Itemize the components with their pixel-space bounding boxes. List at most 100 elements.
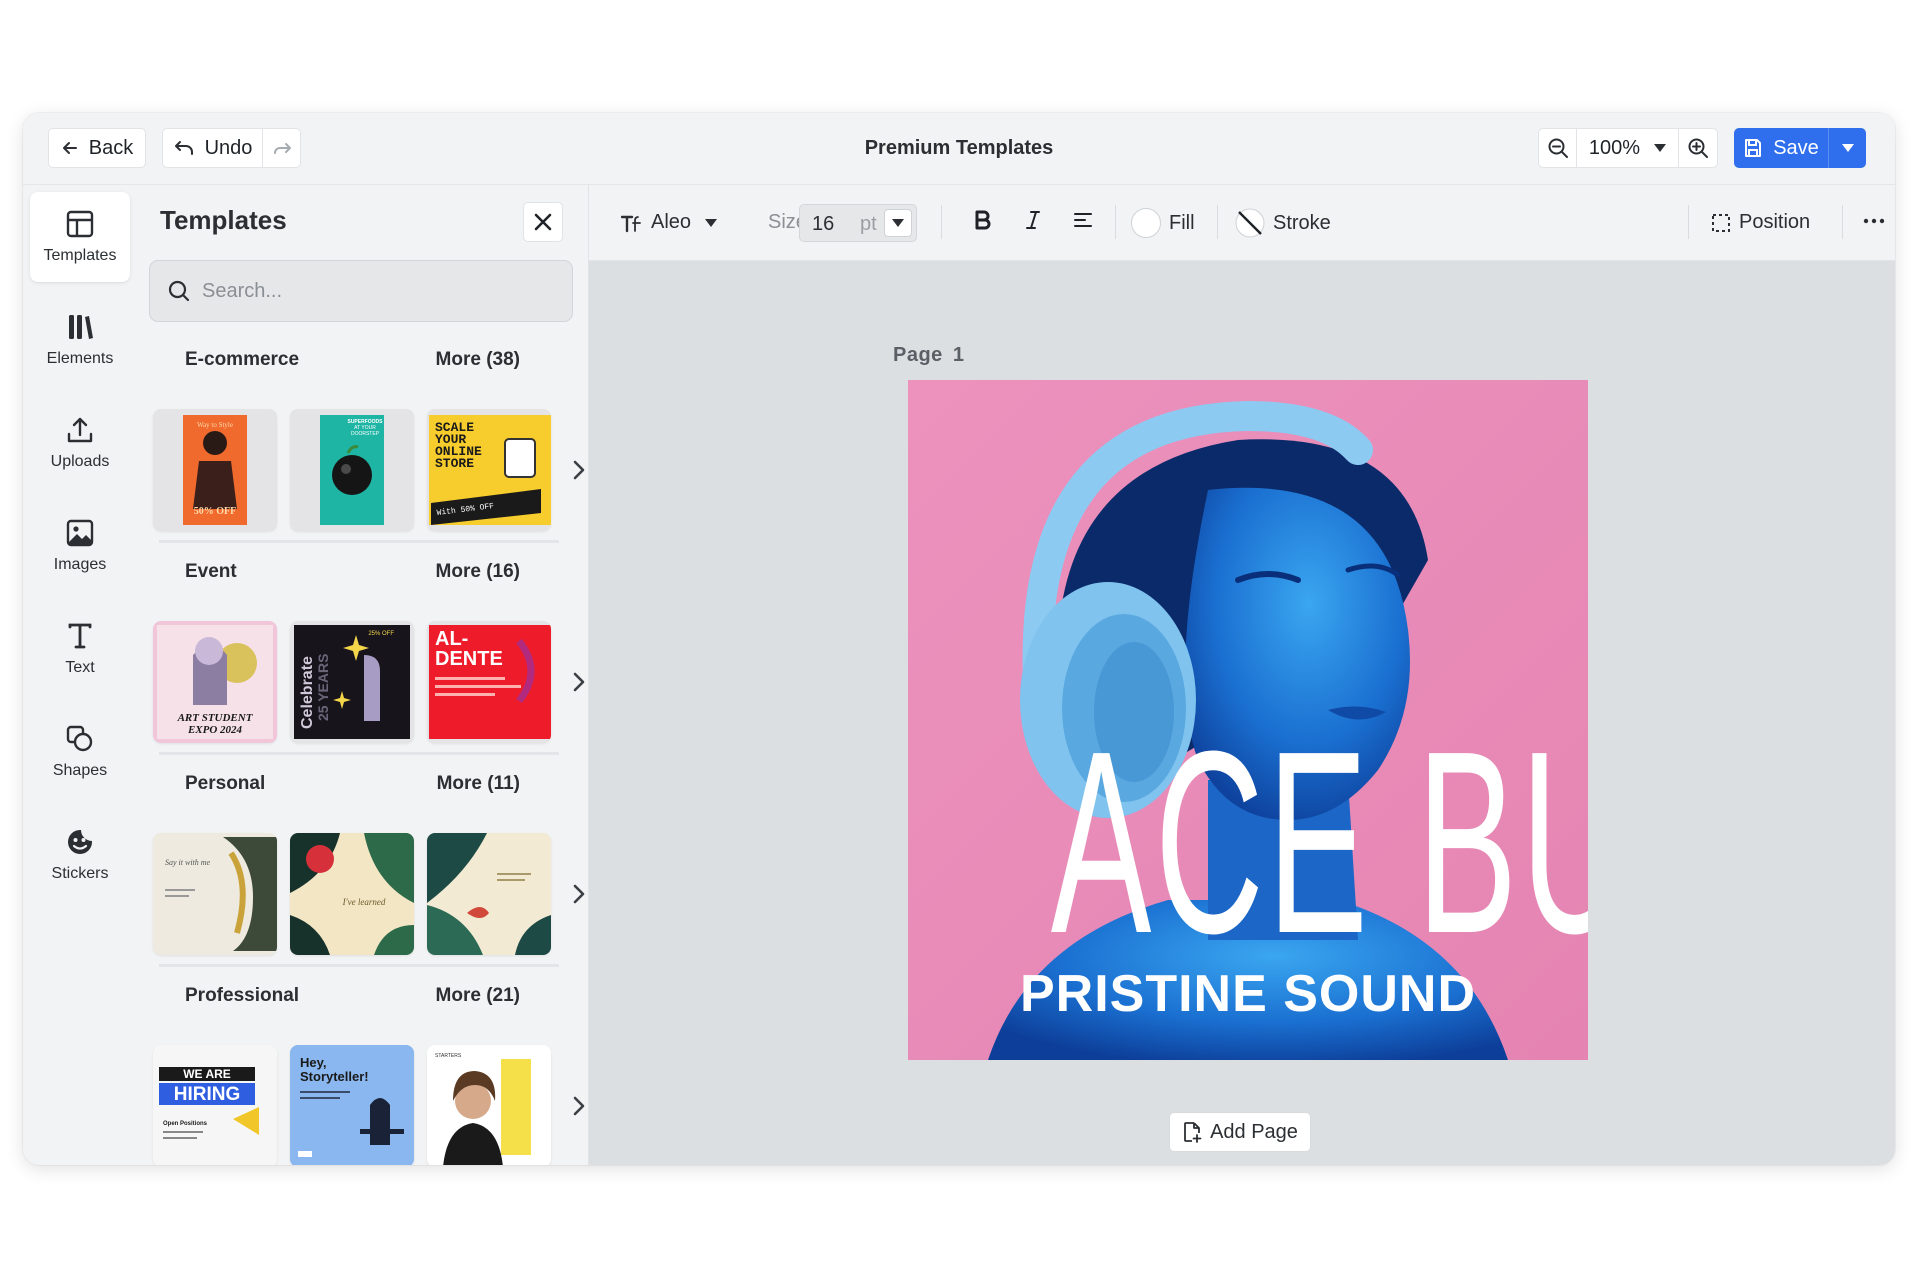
nav-uploads[interactable]: Uploads [30, 398, 130, 488]
thumb-text: EXPO 2024 [187, 724, 243, 736]
save-button[interactable]: Save [1734, 128, 1828, 168]
row-next-button[interactable] [569, 1091, 589, 1121]
zoom-out-button[interactable] [1539, 129, 1577, 167]
chevron-right-icon [573, 884, 585, 904]
image-icon [66, 519, 94, 547]
thumb-text: Hey, [300, 1055, 327, 1070]
template-thumb[interactable]: Way to Style 50% OFF [153, 409, 277, 531]
design-page[interactable]: ACE BUDS PRISTINE SOUND [908, 380, 1588, 1060]
fill-label: Fill [1169, 211, 1195, 234]
thumb-text: STORE [435, 456, 474, 471]
thumb-text: Celebrate [299, 656, 316, 729]
font-select[interactable]: Aleo [621, 211, 718, 234]
bold-button[interactable] [975, 210, 991, 230]
undo-button[interactable]: Undo [162, 128, 263, 168]
save-options-button[interactable] [1828, 128, 1866, 168]
nav-label: Uploads [50, 453, 110, 470]
add-page-button[interactable]: Add Page [1169, 1112, 1311, 1152]
category-divider [159, 964, 559, 967]
chevron-right-icon [573, 1096, 585, 1116]
layout-icon [66, 210, 94, 238]
more-link[interactable]: More (11) [437, 773, 520, 795]
template-thumb[interactable]: AL- DENTE [427, 621, 551, 743]
more-link[interactable]: More (16) [436, 561, 520, 583]
thumb-text: 50% OFF [194, 506, 237, 517]
stroke-button[interactable]: Stroke [1235, 208, 1331, 238]
row-next-button[interactable] [569, 455, 589, 485]
redo-button[interactable] [262, 128, 301, 168]
page-number: 1 [952, 344, 965, 366]
thumb-text: AL- [435, 628, 468, 650]
more-options-button[interactable] [1862, 209, 1886, 233]
back-button[interactable]: Back [48, 128, 146, 168]
template-thumb[interactable]: Celebrate 25 YEARS 25% OFF [290, 621, 414, 743]
font-size-unit: pt [860, 213, 877, 235]
category-header-ecommerce: E-commerce More (38) [185, 349, 520, 371]
font-size-dropdown[interactable] [884, 209, 912, 237]
zoom-select[interactable]: 100% [1577, 129, 1679, 167]
thumb-text: I've learned [342, 897, 386, 907]
left-nav: Templates Elements Uploads Images Text S… [23, 185, 135, 1165]
add-page-label: Add Page [1210, 1120, 1298, 1143]
template-preview-image: STARTERS [427, 1045, 551, 1165]
headline-text[interactable]: ACE BUDS [1051, 713, 1588, 973]
toolbar-divider [1842, 205, 1843, 239]
position-button[interactable]: Position [1711, 211, 1810, 234]
template-thumb[interactable]: Hey, Storyteller! [290, 1045, 414, 1165]
italic-icon [1026, 211, 1040, 229]
template-thumb[interactable]: STARTERS [427, 1045, 551, 1165]
nav-elements[interactable]: Elements [30, 295, 130, 385]
template-thumb[interactable] [427, 833, 551, 955]
stroke-none-icon [1235, 208, 1265, 238]
nav-stickers[interactable]: Stickers [30, 810, 130, 900]
template-preview-image: Hey, Storyteller! [290, 1045, 414, 1165]
nav-templates[interactable]: Templates [30, 192, 130, 282]
row-next-button[interactable] [569, 879, 589, 909]
toolbar-divider [941, 205, 942, 239]
template-thumb[interactable]: I've learned [290, 833, 414, 955]
zoom-in-icon [1688, 138, 1708, 158]
chevron-right-icon [573, 672, 585, 692]
template-thumb[interactable]: Say it with me [153, 833, 277, 955]
more-link[interactable]: More (38) [436, 349, 520, 371]
template-preview-image: ART STUDENT EXPO 2024 [153, 621, 277, 743]
page-word: Page [893, 344, 943, 366]
close-panel-button[interactable] [523, 202, 563, 242]
panel-title: Templates [160, 205, 287, 235]
add-page-icon [1184, 1122, 1202, 1143]
zoom-in-button[interactable] [1679, 129, 1717, 167]
page-label: Page 1 [893, 344, 964, 367]
more-link[interactable]: More (21) [436, 985, 520, 1007]
category-divider [159, 752, 559, 755]
category-header-event: Event More (16) [185, 561, 520, 583]
italic-button[interactable] [1025, 210, 1041, 230]
zoom-out-icon [1548, 138, 1568, 158]
nav-shapes[interactable]: Shapes [30, 707, 130, 797]
bold-icon [975, 210, 991, 230]
template-thumb[interactable]: SCALE YOUR ONLINE STORE With 50% OFF [427, 409, 551, 531]
shapes-icon [66, 725, 93, 752]
search-input[interactable] [202, 279, 542, 303]
thumb-text: ART STUDENT [177, 712, 254, 724]
template-thumb[interactable]: SUPERFOODS AT YOUR DOORSTEP [290, 409, 414, 531]
templates-panel: Templates E-commerce More (38) Way to St… [135, 185, 589, 1165]
text-icon [68, 623, 92, 649]
category-name: Personal [185, 773, 266, 794]
fill-button[interactable]: Fill [1131, 208, 1195, 238]
save-icon [1745, 139, 1762, 157]
sticker-icon [68, 830, 92, 854]
template-thumb[interactable]: ART STUDENT EXPO 2024 [153, 621, 277, 743]
template-preview-image: AL- DENTE [427, 621, 551, 743]
row-next-button[interactable] [569, 667, 589, 697]
thumb-text: Way to Style [197, 421, 233, 429]
chevron-down-icon [705, 218, 718, 227]
category-header-professional: Professional More (21) [185, 985, 520, 1007]
template-thumb[interactable]: WE ARE HIRING Open Positions [153, 1045, 277, 1165]
nav-images[interactable]: Images [30, 501, 130, 591]
align-button[interactable] [1073, 211, 1093, 229]
nav-text[interactable]: Text [30, 604, 130, 694]
font-size-input[interactable]: 16 pt [799, 204, 917, 242]
subline-text[interactable]: PRISTINE SOUND [908, 964, 1588, 1024]
undo-icon [174, 141, 193, 155]
template-preview-image: SUPERFOODS AT YOUR DOORSTEP [290, 409, 414, 531]
